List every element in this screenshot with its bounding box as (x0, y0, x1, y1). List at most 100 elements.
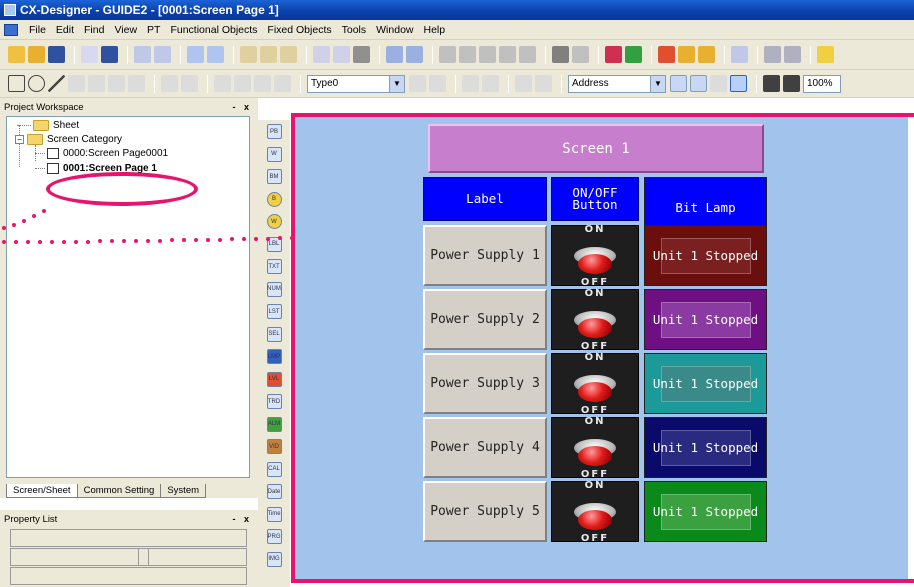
send-back-icon[interactable] (274, 75, 291, 92)
copy-sequence-icon[interactable] (519, 46, 536, 63)
date-icon[interactable]: Date (266, 484, 282, 499)
replace-icon[interactable] (572, 46, 589, 63)
list-selection-icon[interactable]: LST (266, 304, 282, 319)
show-id-icon[interactable] (515, 75, 532, 92)
menu-find[interactable]: Find (79, 24, 109, 36)
select-icon[interactable] (730, 75, 747, 92)
align-left-icon[interactable] (161, 75, 178, 92)
time-icon[interactable]: Time (266, 506, 282, 522)
print-preview-icon[interactable] (333, 46, 350, 63)
zoom-in-icon[interactable] (710, 75, 727, 92)
sheet-icon[interactable] (260, 46, 277, 63)
cut-icon[interactable] (439, 46, 456, 63)
group-icon[interactable] (214, 75, 231, 92)
compare-icon[interactable] (154, 46, 171, 63)
tree-item-page0[interactable]: 0000:Screen Page0001 (35, 146, 168, 160)
tree-item-sheet[interactable]: Sheet (17, 118, 79, 132)
menu-help[interactable]: Help (419, 24, 451, 36)
onoff-column-header[interactable]: ON/OFF Button (551, 177, 639, 221)
tab-screen-sheet[interactable]: Screen/Sheet (6, 484, 78, 498)
property-row[interactable] (10, 529, 247, 547)
zoom-combo[interactable]: 100% (803, 74, 841, 93)
power-supply-label[interactable]: Power Supply 5 (423, 481, 547, 542)
new-icon[interactable] (8, 46, 25, 63)
bit-lamp[interactable]: Unit 1 Stopped (644, 225, 767, 286)
property-controls[interactable]: - x (232, 514, 252, 524)
alarm-icon[interactable]: ALM (266, 416, 282, 432)
undo-icon[interactable] (386, 46, 403, 63)
thumbwheel-icon[interactable]: SEL (266, 326, 282, 342)
sector-icon[interactable] (108, 75, 125, 92)
page-icon[interactable] (81, 46, 98, 63)
print-icon[interactable] (353, 46, 370, 63)
collapse-icon[interactable]: − (15, 134, 24, 144)
window-icon[interactable] (731, 46, 748, 63)
on-off-switch-button[interactable]: ON OFF (551, 480, 639, 544)
on-off-switch-button[interactable]: ON OFF (551, 224, 639, 288)
rectangle-icon[interactable] (8, 75, 25, 92)
on-off-switch-button[interactable]: ON OFF (551, 288, 639, 352)
video-icon[interactable]: VID (266, 439, 282, 454)
bit-lamp[interactable]: Unit 1 Stopped (644, 289, 767, 350)
build-icon[interactable] (625, 46, 642, 63)
image-icon[interactable]: IMG (266, 551, 282, 567)
trend-graph-icon[interactable]: TRD (266, 394, 282, 409)
paste-icon[interactable] (479, 46, 496, 63)
folder-open-icon[interactable] (698, 46, 715, 63)
program-icon[interactable]: PRG (266, 529, 282, 544)
id-view-icon[interactable] (690, 75, 707, 92)
find-icon[interactable] (552, 46, 569, 63)
arc-icon[interactable] (128, 75, 145, 92)
calendar-icon[interactable]: CAL (266, 461, 282, 477)
label-off-icon[interactable] (429, 75, 446, 92)
on-off-switch-button[interactable]: ON OFF (551, 416, 639, 480)
line-icon[interactable] (48, 75, 65, 92)
copy-page-icon[interactable] (313, 46, 330, 63)
tab-common-setting[interactable]: Common Setting (76, 484, 162, 498)
workspace-controls[interactable]: - x (232, 102, 252, 112)
label-state-icon[interactable] (409, 75, 426, 92)
save-icon[interactable] (48, 46, 65, 63)
off-state-icon[interactable] (482, 75, 499, 92)
menu-pt[interactable]: PT (142, 24, 165, 36)
library-icon[interactable] (280, 46, 297, 63)
polygon-icon[interactable] (88, 75, 105, 92)
numeral-display-icon[interactable]: NUM (266, 281, 282, 297)
check-icon[interactable] (605, 46, 622, 63)
tab-system[interactable]: System (160, 484, 207, 498)
property-row[interactable] (10, 548, 247, 566)
open-icon[interactable] (28, 46, 45, 63)
tools-icon[interactable] (658, 46, 675, 63)
options-icon[interactable] (784, 46, 801, 63)
menu-window[interactable]: Window (371, 24, 418, 36)
power-supply-label[interactable]: Power Supply 4 (423, 417, 547, 478)
circle-icon[interactable] (28, 75, 45, 92)
word-button-icon[interactable]: W (266, 146, 282, 162)
power-supply-label[interactable]: Power Supply 2 (423, 289, 547, 350)
screen-title-label[interactable]: Screen 1 (428, 124, 764, 173)
bring-front-icon[interactable] (254, 75, 271, 92)
power-supply-label[interactable]: Power Supply 3 (423, 353, 547, 414)
bit-lamp[interactable]: Unit 1 Stopped (644, 417, 767, 478)
bit-lamp[interactable]: Unit 1 Stopped (644, 353, 767, 414)
menu-tools[interactable]: Tools (337, 24, 372, 36)
property-row[interactable] (10, 567, 247, 585)
settings-icon[interactable] (764, 46, 781, 63)
simulate-icon[interactable] (207, 46, 224, 63)
menu-fixed-objects[interactable]: Fixed Objects (262, 24, 336, 36)
type-combo[interactable]: Type0 ▼ (307, 74, 405, 93)
folder-icon[interactable] (678, 46, 695, 63)
tree-item-screen-category[interactable]: − Screen Category (15, 132, 122, 146)
address-combo[interactable]: Address ▼ (568, 74, 666, 93)
chevron-down-icon[interactable]: ▼ (389, 75, 404, 92)
push-button-icon[interactable]: PB (266, 124, 282, 139)
address-view-icon[interactable] (670, 75, 687, 92)
text-icon[interactable]: TXT (266, 259, 282, 274)
chevron-down-icon[interactable]: ▼ (650, 75, 665, 92)
menu-view[interactable]: View (109, 24, 142, 36)
menu-functional-objects[interactable]: Functional Objects (165, 24, 262, 36)
lamp-icon[interactable]: LMP (266, 349, 282, 364)
on-state-icon[interactable] (462, 75, 479, 92)
save-all-icon[interactable] (101, 46, 118, 63)
copy-icon[interactable] (459, 46, 476, 63)
